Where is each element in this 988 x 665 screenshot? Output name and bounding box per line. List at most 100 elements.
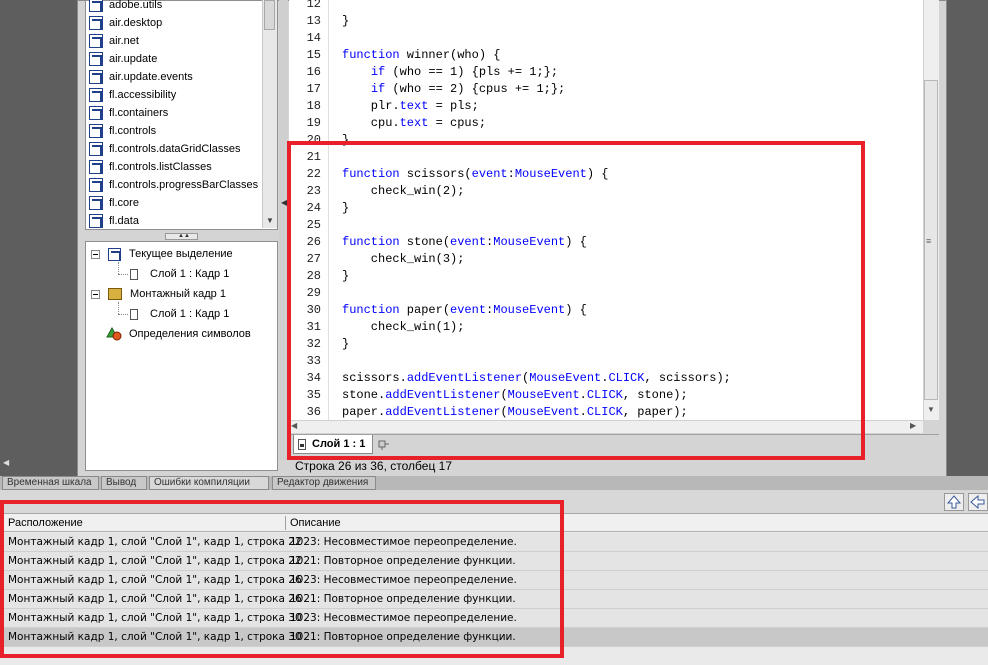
arrow-left-icon [970,494,985,510]
code-line[interactable]: } [342,268,349,285]
scroll-left-icon[interactable]: ◀ [291,421,297,430]
package-item[interactable]: air.desktop [89,14,162,32]
error-description: 1023: Несовместимое переопределение. [290,536,517,548]
table-row[interactable]: Монтажный кадр 1, слой "Слой 1", кадр 1,… [0,571,988,590]
package-icon [89,70,103,84]
package-icon [89,16,103,30]
collapse-icon[interactable] [91,289,100,299]
editor-horizontal-scrollbar[interactable] [289,420,923,433]
code-line[interactable]: if (who == 1) {pls += 1;}; [342,64,558,81]
cursor-position-status: Строка 26 из 36, столбец 17 [295,459,453,473]
package-label: fl.controls.dataGridClasses [109,143,241,155]
layer-icon [130,308,138,320]
package-item[interactable]: fl.controls.progressBarClasses [89,176,258,194]
tree-line [118,262,119,274]
tree-line [118,314,128,315]
package-item[interactable]: fl.core [89,194,139,212]
code-line[interactable]: stone.addEventListener(MouseEvent.CLICK,… [342,387,688,404]
package-item[interactable]: fl.controls.dataGridClasses [89,140,240,158]
tab-motion-editor[interactable]: Редактор движения [272,476,376,490]
code-line[interactable]: scissors.addEventListener(MouseEvent.CLI… [342,370,731,387]
line-number: 15 [306,48,321,62]
package-label: fl.accessibility [109,89,177,101]
tree-label: Монтажный кадр 1 [130,288,226,300]
scroll-left-icon[interactable]: ◀ [3,458,9,467]
package-icon [89,178,103,192]
code-line[interactable]: check_win(3); [342,251,465,268]
next-error-button[interactable] [968,493,988,511]
tree-scene-frame[interactable]: Монтажный кадр 1 [91,285,226,303]
column-header-description[interactable]: Описание [290,514,341,532]
package-item[interactable]: air.update [89,50,157,68]
go-to-source-button[interactable] [944,493,964,511]
tree-label: Слой 1 : Кадр 1 [150,308,230,320]
line-number: 31 [306,320,321,334]
package-label: air.update [109,53,158,65]
package-item[interactable]: adobe.utils [89,0,162,14]
package-item[interactable]: air.update.events [89,68,193,86]
package-label: fl.controls.listClasses [109,161,212,173]
package-label: fl.controls.progressBarClasses [109,179,259,191]
code-line[interactable]: check_win(2); [342,183,465,200]
package-icon [89,214,103,228]
line-number: 19 [306,116,321,130]
line-number: 22 [306,167,321,181]
error-description: 1021: Повторное определение функции. [290,631,516,643]
line-number: 21 [306,150,321,164]
table-row[interactable]: Монтажный кадр 1, слой "Слой 1", кадр 1,… [0,552,988,571]
error-description: 1021: Повторное определение функции. [290,555,516,567]
tree-label: Слой 1 : Кадр 1 [150,268,230,280]
package-item[interactable]: fl.data [89,212,139,230]
table-row[interactable]: Монтажный кадр 1, слой "Слой 1", кадр 1,… [0,533,988,552]
code-line[interactable]: } [342,132,349,149]
tab-timeline[interactable]: Временная шкала [2,476,99,490]
panel-collapse-bar[interactable] [279,0,288,460]
code-line[interactable]: } [342,200,349,217]
script-tab[interactable]: Слой 1 : 1 [293,435,373,454]
code-line[interactable]: if (who == 2) {cpus += 1;}; [342,81,565,98]
package-item[interactable]: air.net [89,32,139,50]
pin-icon[interactable] [378,438,390,450]
package-icon [89,142,103,156]
line-number: 27 [306,252,321,266]
package-label: fl.controls [109,125,157,137]
scroll-down-icon[interactable]: ▼ [927,405,935,414]
package-list-scroll-thumb[interactable] [264,0,275,30]
code-line[interactable]: function scissors(event:MouseEvent) { [342,166,608,183]
table-row[interactable]: Монтажный кадр 1, слой "Слой 1", кадр 1,… [0,628,988,647]
column-header-location[interactable]: Расположение [8,514,83,532]
code-line[interactable]: paper.addEventListener(MouseEvent.CLICK,… [342,404,688,421]
package-item[interactable]: fl.containers [89,104,168,122]
column-divider[interactable] [285,516,286,530]
errors-toolbar [0,490,988,514]
collapse-left-icon[interactable]: ◀ [281,198,287,207]
code-line[interactable]: function winner(who) { [342,47,500,64]
package-list-scrollbar[interactable] [262,0,277,228]
code-line[interactable]: function stone(event:MouseEvent) { [342,234,587,251]
package-item[interactable]: fl.controls [89,122,156,140]
code-line[interactable]: } [342,336,349,353]
table-row[interactable]: Монтажный кадр 1, слой "Слой 1", кадр 1,… [0,590,988,609]
code-line[interactable]: check_win(1); [342,319,465,336]
package-icon [89,34,103,48]
line-number: 32 [306,337,321,351]
tree-current-selection[interactable]: Текущее выделение [91,245,233,263]
package-label: fl.containers [109,107,169,119]
collapse-icon[interactable] [91,249,100,259]
tree-current-layer[interactable]: Слой 1 : Кадр 1 [130,265,229,283]
scroll-right-icon[interactable]: ▶ [910,421,916,430]
package-item[interactable]: fl.accessibility [89,86,176,104]
tree-scene-layer[interactable]: Слой 1 : Кадр 1 [130,305,229,323]
package-icon [89,124,103,138]
tree-symbol-definitions[interactable]: Определения символов [106,325,251,343]
package-icon [89,88,103,102]
tab-output[interactable]: Вывод [101,476,147,490]
code-line[interactable]: function paper(event:MouseEvent) { [342,302,587,319]
scroll-down-icon[interactable]: ▼ [266,216,274,225]
package-item[interactable]: fl.controls.listClasses [89,158,212,176]
code-line[interactable]: cpu.text = cpus; [342,115,486,132]
table-row[interactable]: Монтажный кадр 1, слой "Слой 1", кадр 1,… [0,609,988,628]
code-line[interactable]: plr.text = pls; [342,98,479,115]
tab-compiler-errors[interactable]: Ошибки компиляции [149,476,269,490]
code-line[interactable]: } [342,13,349,30]
